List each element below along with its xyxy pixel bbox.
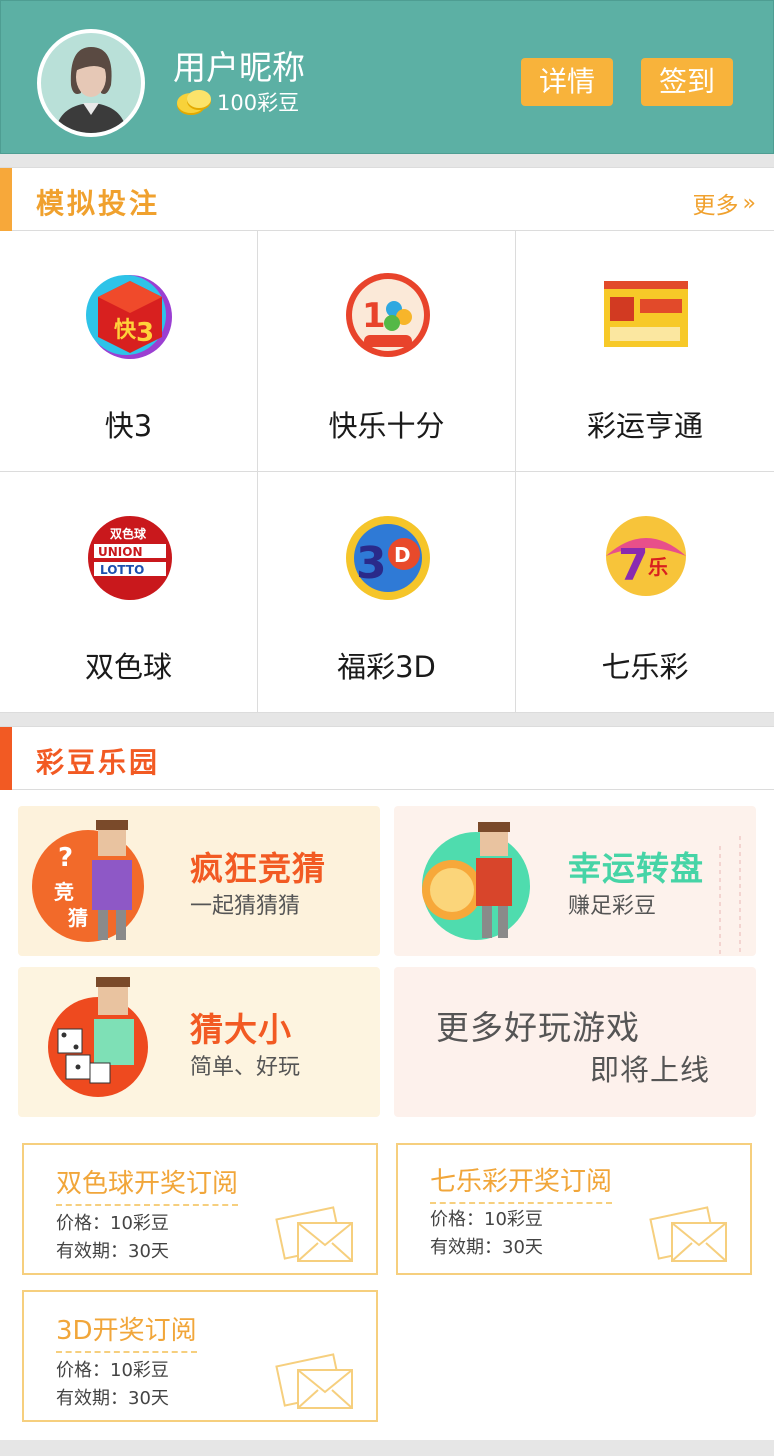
svg-text:3: 3 [136, 318, 154, 348]
game-item-kuaile10[interactable]: 1 快乐十分 [258, 231, 516, 472]
more-label: 更多 [692, 193, 739, 219]
svg-text:双色球: 双色球 [110, 526, 147, 541]
game-label: 彩运亨通 [586, 409, 703, 443]
park-area: ? 竞 猜 疯狂竞猜 一起猜猜猜 幸运转盘 赚足彩豆 猜大小 简单、好玩 更多好… [0, 790, 774, 1440]
subscription-title: 七乐彩开奖订阅 [430, 1161, 613, 1204]
svg-text:LOTTO: LOTTO [100, 563, 144, 577]
game-label: 快3 [104, 409, 153, 443]
subscription-price: 价格：10彩豆 [56, 1360, 169, 1381]
card-subtitle: 一起猜猜猜 [190, 894, 301, 919]
subscription-validity: 有效期：30天 [56, 1241, 169, 1262]
kuai3-icon: 快 3 [86, 275, 172, 359]
subscription-card-3d[interactable]: 3D开奖订阅 价格：10彩豆 有效期：30天 [22, 1290, 378, 1422]
game-item-union-lotto[interactable]: UNION LOTTO 双色球 双色球 [0, 472, 258, 713]
subscription-title: 3D开奖订阅 [56, 1310, 197, 1353]
game-card-guess-size[interactable]: 猜大小 简单、好玩 [18, 967, 380, 1117]
envelope-icon [649, 1206, 727, 1262]
card-title: 猜大小 [190, 1010, 292, 1049]
fucai3d-icon: 3 D [346, 516, 430, 600]
card-title: 疯狂竞猜 [190, 849, 326, 888]
guess-badge-line1: 竞 [54, 880, 74, 904]
subscription-card-qilecai[interactable]: 七乐彩开奖订阅 价格：10彩豆 有效期：30天 [396, 1143, 752, 1275]
game-item-caiyun[interactable]: 彩运亨通 [516, 231, 774, 472]
game-item-kuai3[interactable]: 快 3 快3 [0, 231, 258, 472]
game-card-lucky-wheel[interactable]: 幸运转盘 赚足彩豆 [394, 806, 756, 956]
coin-count: 100彩豆 [217, 91, 300, 115]
game-item-fucai3d[interactable]: 3 D 福彩3D [258, 472, 516, 713]
avatar-person-icon [55, 47, 127, 133]
union-lotto-icon: UNION LOTTO 双色球 [88, 516, 172, 600]
subscription-title: 双色球开奖订阅 [56, 1163, 239, 1206]
lottery-grid: 快 3 快3 1 快乐十分 彩运亨通 UNION LOTTO 双色球 双色球 3… [0, 231, 774, 713]
nickname: 用户昵称 [173, 48, 305, 87]
svg-text:快: 快 [114, 318, 137, 343]
svg-text:UNION: UNION [98, 545, 143, 559]
guess-badge-line2: 猜 [68, 906, 88, 930]
subscription-price: 价格：10彩豆 [56, 1213, 169, 1234]
game-label: 双色球 [84, 650, 172, 684]
park-section-title: 彩豆乐园 [36, 746, 161, 779]
svg-text:乐: 乐 [648, 555, 668, 579]
game-item-qilecai[interactable]: 7 乐 七乐彩 [516, 472, 774, 713]
park-section-header: 彩豆乐园 [0, 726, 774, 791]
qilecai-icon: 7 乐 [606, 516, 686, 596]
subscription-validity: 有效期：30天 [430, 1237, 543, 1258]
detail-button[interactable]: 详情 [521, 58, 613, 106]
coming-soon-card: 更多好玩游戏 即将上线 [394, 967, 756, 1117]
svg-text:1: 1 [362, 296, 386, 336]
card-title: 幸运转盘 [568, 849, 704, 888]
coin-balance: 100彩豆 [175, 87, 299, 117]
svg-text:7: 7 [618, 540, 649, 591]
coming-soon-subtitle: 即将上线 [590, 1053, 711, 1087]
subscription-card-union-lotto[interactable]: 双色球开奖订阅 价格：10彩豆 有效期：30天 [22, 1143, 378, 1275]
coming-soon-title: 更多好玩游戏 [436, 1008, 640, 1047]
caiyun-icon [604, 281, 688, 347]
avatar[interactable] [37, 29, 145, 137]
subscription-price: 价格：10彩豆 [430, 1209, 543, 1230]
double-chevron-right-icon: » [742, 190, 756, 216]
game-label: 快乐十分 [328, 409, 445, 443]
envelope-icon [275, 1353, 353, 1409]
bet-section-header: 模拟投注 更多 » [0, 167, 774, 232]
card-subtitle: 简单、好玩 [190, 1055, 301, 1080]
user-header: 用户昵称 100彩豆 详情 签到 [0, 0, 774, 154]
more-link[interactable]: 更多 » [693, 186, 756, 220]
game-label: 福彩3D [337, 650, 436, 684]
section-accent-bar [0, 168, 12, 232]
svg-text:?: ? [58, 843, 73, 873]
svg-text:3: 3 [356, 538, 387, 589]
sign-in-button[interactable]: 签到 [641, 58, 733, 106]
game-label: 七乐彩 [601, 650, 689, 684]
card-subtitle: 赚足彩豆 [568, 894, 657, 919]
section-accent-bar [0, 727, 12, 791]
kuaile10-icon: 1 [346, 273, 430, 357]
bet-section-title: 模拟投注 [36, 187, 161, 220]
envelope-icon [275, 1206, 353, 1262]
svg-text:D: D [394, 543, 411, 567]
coin-icon [175, 87, 215, 117]
game-card-crazy-guess[interactable]: ? 竞 猜 疯狂竞猜 一起猜猜猜 [18, 806, 380, 956]
subscription-validity: 有效期：30天 [56, 1388, 169, 1409]
